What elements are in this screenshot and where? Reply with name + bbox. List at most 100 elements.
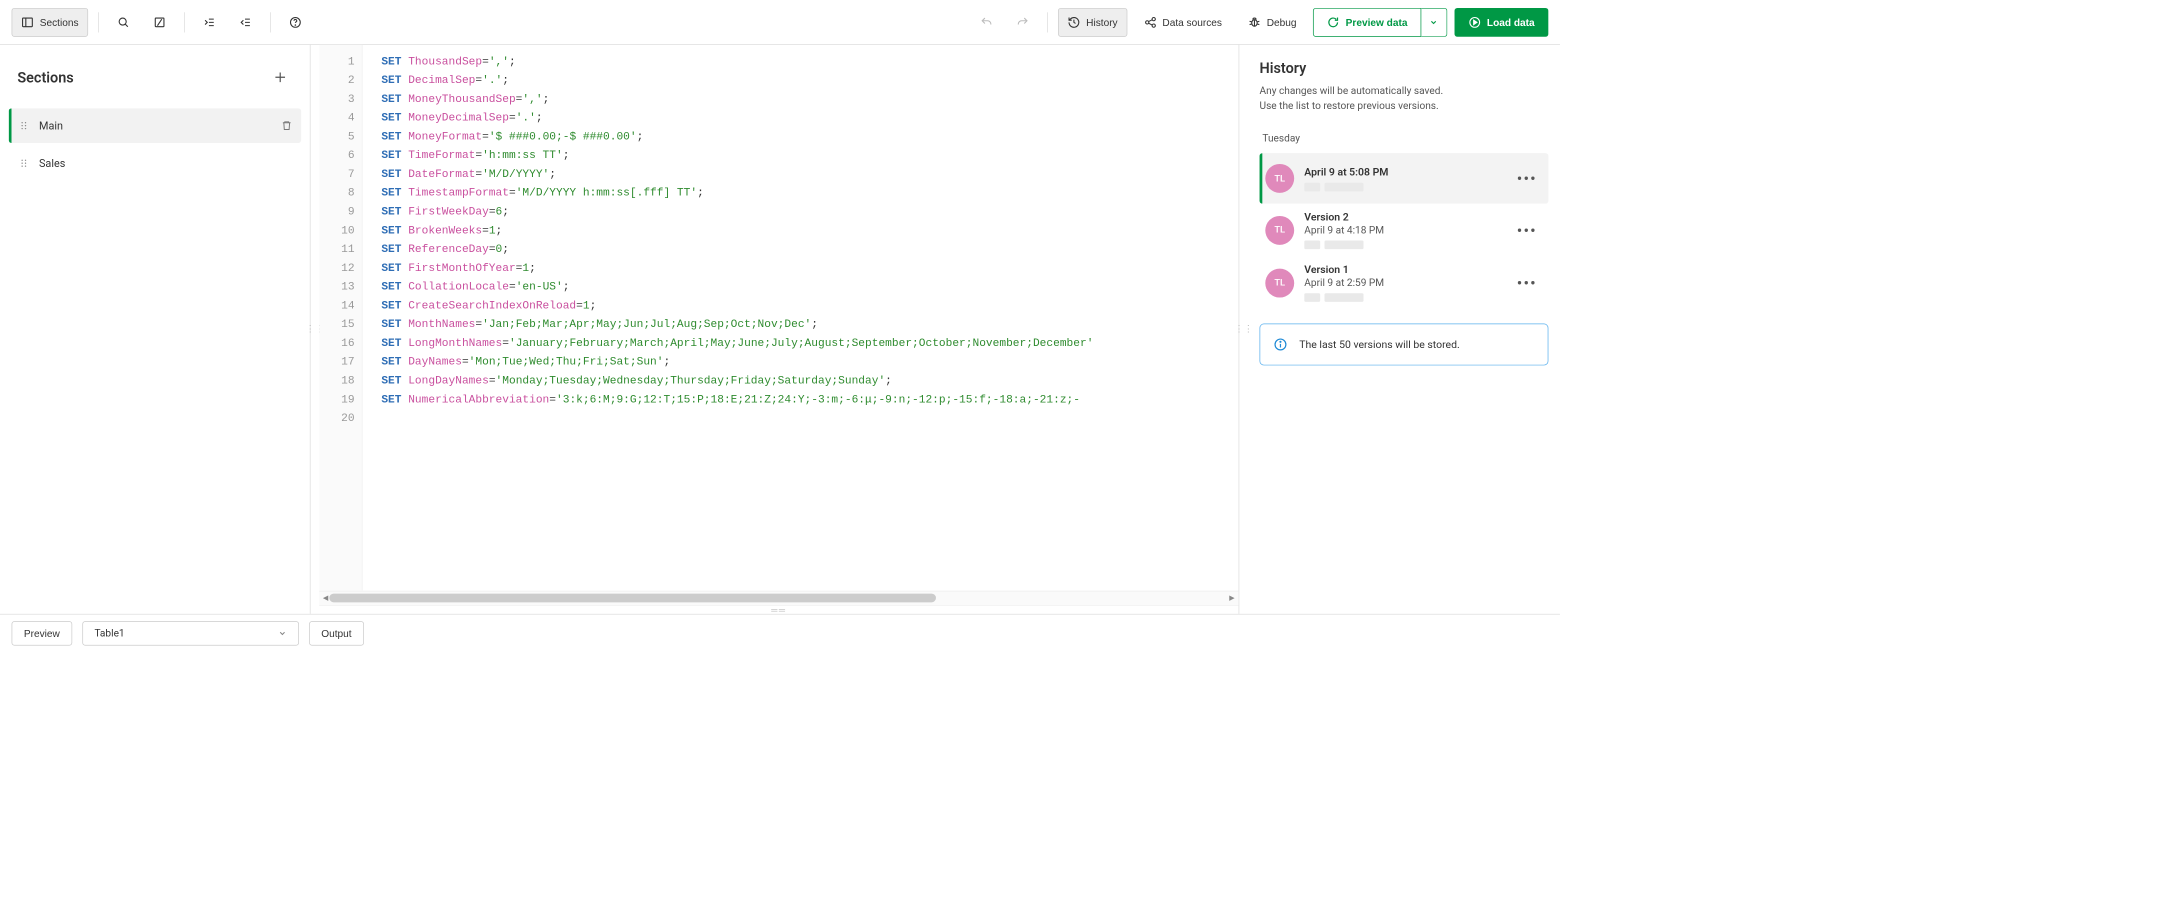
info-icon	[1273, 337, 1287, 351]
history-title: History	[1260, 59, 1549, 76]
history-panel: History Any changes will be automaticall…	[1248, 45, 1560, 614]
avatar: TL	[1265, 216, 1294, 245]
redo-button[interactable]	[1008, 8, 1037, 37]
section-item-label: Sales	[39, 157, 65, 170]
output-tab-label: Output	[321, 627, 351, 639]
table-select-placeholder: Table1	[94, 627, 124, 639]
search-button[interactable]	[109, 8, 138, 37]
history-button[interactable]: History	[1058, 8, 1127, 37]
link-icon	[1144, 16, 1157, 29]
preview-data-label: Preview data	[1346, 16, 1408, 28]
editor-resize-handle[interactable]: ══	[319, 605, 1238, 614]
undo-icon	[980, 16, 993, 29]
indent-icon	[203, 16, 216, 29]
code-line: SET MoneyDecimalSep='.';	[381, 108, 1238, 127]
plus-icon	[273, 70, 287, 84]
preview-data-dropdown-button[interactable]	[1421, 8, 1447, 37]
chevron-down-icon	[1430, 18, 1439, 27]
debug-label: Debug	[1267, 16, 1297, 28]
history-item-title: Version 1	[1304, 264, 1502, 276]
code-line: SET LongMonthNames='January;February;Mar…	[381, 334, 1238, 353]
code-line: SET CreateSearchIndexOnReload=1;	[381, 296, 1238, 315]
history-version-item[interactable]: TL Version 1 April 9 at 2:59 PM •••	[1260, 256, 1549, 309]
outdent-button[interactable]	[231, 8, 260, 37]
history-info-text: The last 50 versions will be stored.	[1299, 338, 1460, 350]
drag-handle-icon[interactable]	[19, 121, 29, 131]
history-icon	[1067, 16, 1080, 29]
code-line: SET DayNames='Mon;Tue;Wed;Thu;Fri;Sat;Su…	[381, 352, 1238, 371]
history-item-more-button[interactable]: •••	[1513, 167, 1542, 190]
code-line: SET MoneyThousandSep=',';	[381, 90, 1238, 109]
output-tab-button[interactable]: Output	[309, 621, 364, 646]
panel-icon	[21, 16, 34, 29]
avatar: TL	[1265, 164, 1294, 193]
sections-toggle-button[interactable]: Sections	[12, 8, 88, 37]
history-resize-handle[interactable]: ⋮⋮	[1239, 45, 1248, 614]
table-select-dropdown[interactable]: Table1	[82, 621, 299, 646]
section-item-main[interactable]: Main	[9, 108, 301, 143]
sections-toggle-label: Sections	[40, 16, 79, 28]
drag-handle-icon[interactable]	[19, 158, 29, 168]
history-desc-1: Any changes will be automatically saved.	[1260, 84, 1549, 99]
code-line: SET BrokenWeeks=1;	[381, 221, 1238, 240]
search-icon	[117, 16, 130, 29]
code-line: SET DecimalSep='.';	[381, 71, 1238, 90]
divider	[184, 12, 185, 32]
code-line: SET MoneyFormat='$ ###0.00;-$ ###0.00';	[381, 127, 1238, 146]
code-line: SET FirstWeekDay=6;	[381, 202, 1238, 221]
add-section-button[interactable]	[268, 65, 293, 90]
code-line: SET FirstMonthOfYear=1;	[381, 259, 1238, 278]
bottom-bar: Preview Table1 Output	[0, 614, 1560, 652]
history-item-title: April 9 at 5:08 PM	[1304, 166, 1502, 178]
delete-section-button[interactable]	[281, 120, 293, 132]
load-data-button[interactable]: Load data	[1454, 8, 1548, 37]
scrollbar-thumb[interactable]	[329, 594, 936, 603]
scroll-right-arrow[interactable]: ▶	[1227, 593, 1237, 603]
avatar: TL	[1265, 268, 1294, 297]
help-button[interactable]	[281, 8, 310, 37]
section-item-label: Main	[39, 119, 63, 132]
history-item-more-button[interactable]: •••	[1513, 271, 1542, 294]
code-editor-pane: 1234567891011121314151617181920 SET Thou…	[319, 45, 1239, 614]
history-desc-2: Use the list to restore previous version…	[1260, 99, 1549, 114]
code-editor[interactable]: SET ThousandSep=',';SET DecimalSep='.';S…	[363, 45, 1239, 591]
preview-data-icon	[1327, 16, 1340, 29]
history-item-sub: April 9 at 4:18 PM	[1304, 225, 1502, 237]
data-sources-button[interactable]: Data sources	[1134, 8, 1231, 37]
sidebar-resize-handle[interactable]: ⋮⋮	[311, 45, 320, 614]
outdent-icon	[239, 16, 252, 29]
section-item-sales[interactable]: Sales	[9, 146, 301, 181]
indent-button[interactable]	[195, 8, 224, 37]
preview-tab-button[interactable]: Preview	[12, 621, 73, 646]
play-icon	[1468, 16, 1481, 29]
load-data-label: Load data	[1487, 16, 1535, 28]
history-item-user	[1304, 182, 1502, 191]
debug-button[interactable]: Debug	[1239, 8, 1306, 37]
undo-button[interactable]	[972, 8, 1001, 37]
history-item-more-button[interactable]: •••	[1513, 218, 1542, 241]
history-version-item[interactable]: TL Version 2 April 9 at 4:18 PM •••	[1260, 204, 1549, 257]
code-line: SET TimeFormat='h:mm:ss TT';	[381, 146, 1238, 165]
data-sources-label: Data sources	[1162, 16, 1222, 28]
sections-sidebar: Sections Main Sales	[0, 45, 311, 614]
main-area: Sections Main Sales ⋮⋮	[0, 45, 1560, 614]
code-line: SET CollationLocale='en-US';	[381, 277, 1238, 296]
history-item-user	[1304, 293, 1502, 302]
preview-tab-label: Preview	[24, 627, 60, 639]
divider	[98, 12, 99, 32]
top-toolbar: Sections	[0, 0, 1560, 45]
divider	[270, 12, 271, 32]
code-line: SET ReferenceDay=0;	[381, 240, 1238, 259]
preview-data-button[interactable]: Preview data	[1313, 8, 1421, 37]
code-line: SET TimestampFormat='M/D/YYYY h:mm:ss[.f…	[381, 183, 1238, 202]
comment-toggle-button[interactable]	[145, 8, 174, 37]
horizontal-scrollbar[interactable]: ◀ ▶	[319, 591, 1238, 605]
history-day-label: Tuesday	[1260, 133, 1549, 145]
history-info-box: The last 50 versions will be stored.	[1260, 324, 1549, 366]
history-item-sub: April 9 at 2:59 PM	[1304, 277, 1502, 289]
history-item-user	[1304, 240, 1502, 249]
code-line: SET NumericalAbbreviation='3:k;6:M;9:G;1…	[381, 390, 1238, 409]
help-icon	[289, 16, 302, 29]
history-version-item[interactable]: TL April 9 at 5:08 PM •••	[1260, 153, 1549, 204]
sections-title: Sections	[17, 69, 73, 86]
